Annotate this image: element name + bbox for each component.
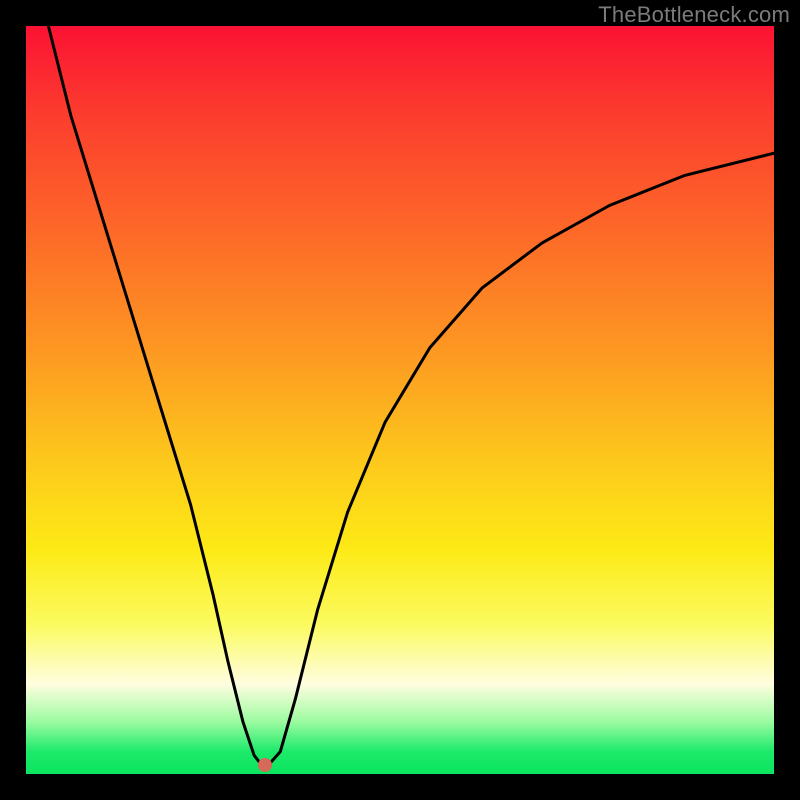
watermark-text: TheBottleneck.com — [598, 2, 790, 28]
bottleneck-curve — [26, 26, 774, 774]
chart-frame: TheBottleneck.com — [0, 0, 800, 800]
curve-path — [48, 26, 774, 765]
plot-area — [26, 26, 774, 774]
minimum-marker-dot — [258, 758, 272, 772]
